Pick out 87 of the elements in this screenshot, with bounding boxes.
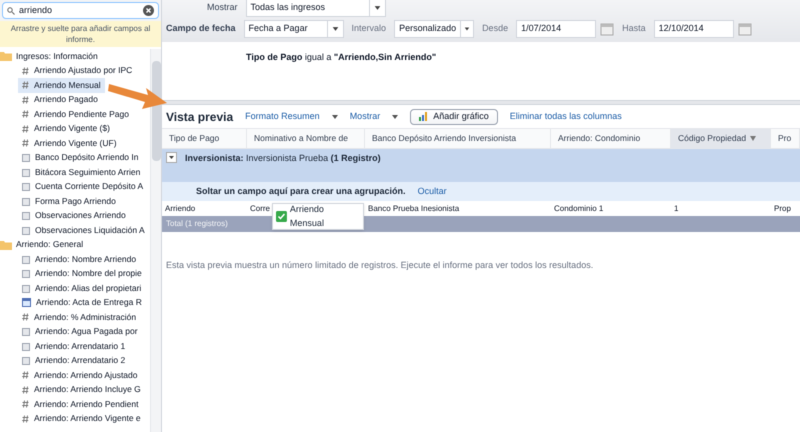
tree-item[interactable]: Forma Pago Arriendo xyxy=(18,194,120,208)
hint-text: Arrastre y suelte para añadir campos al informe. xyxy=(0,21,161,47)
tree-item[interactable]: Arriendo: % Administración xyxy=(18,310,140,324)
hash-icon xyxy=(22,124,29,133)
format-dropdown[interactable]: Formato Resumen xyxy=(245,110,338,124)
tree-item[interactable]: Arriendo: Acta de Entrega R xyxy=(18,296,146,310)
tree-folder[interactable]: Arriendo: General xyxy=(0,238,84,252)
date-field[interactable]: 1/07/2014 xyxy=(516,20,596,38)
tree-item[interactable]: Arriendo: Arriendo Incluye G xyxy=(18,382,145,397)
search-field[interactable]: arriendo xyxy=(2,2,159,19)
folder-icon xyxy=(0,51,12,62)
calendar-icon[interactable] xyxy=(738,22,752,36)
total-text: Total (1 registros) xyxy=(166,218,228,230)
tree-item[interactable]: Arriendo Pagado xyxy=(18,92,102,107)
remove-columns-link[interactable]: Eliminar todas las columnas xyxy=(510,110,622,124)
tree-item[interactable]: Arriendo Pendiente Pago xyxy=(18,107,133,122)
bar-chart-icon xyxy=(419,112,430,121)
hash-icon xyxy=(22,81,29,90)
tree-item[interactable]: Arriendo Vigente (UF) xyxy=(18,136,121,150)
show-label: Mostrar xyxy=(207,1,238,14)
to-label: Hasta xyxy=(622,22,646,36)
column-header[interactable]: Tipo de Pago xyxy=(162,129,247,148)
tree-item[interactable]: Arriendo Vigente ($) xyxy=(18,122,114,136)
drop-hint: Soltar un campo aquí para crear una agrupación. xyxy=(196,184,406,198)
hash-icon xyxy=(22,96,29,104)
hash-icon xyxy=(22,139,29,148)
dropdown[interactable]: Fecha a Pagar xyxy=(244,20,344,38)
calendar-icon xyxy=(22,298,31,308)
date-field-label: Campo de fecha xyxy=(166,22,236,36)
interval-label: Intervalo xyxy=(352,22,386,36)
arrow-icon xyxy=(108,82,168,110)
hash-icon xyxy=(22,110,29,118)
tree-item[interactable]: Arriendo Mensual xyxy=(18,78,105,92)
group-header: Inversionista: Inversionista Prueba (1 Registro) xyxy=(185,152,381,165)
column-header[interactable]: Nominativo a Nombre de xyxy=(247,129,365,148)
table-cell: Prop xyxy=(774,202,791,214)
hash-icon xyxy=(22,313,29,322)
caret-icon xyxy=(392,114,398,118)
tree-item[interactable]: Arriendo: Arrendatario 2 xyxy=(18,354,130,368)
hash-icon xyxy=(22,400,29,408)
check-icon xyxy=(276,211,287,222)
tree-item[interactable]: Arriendo: Arrendatario 1 xyxy=(18,339,130,354)
tree-item[interactable]: Arriendo: Alias del propietari xyxy=(18,281,146,296)
collapse-icon[interactable] xyxy=(166,152,177,163)
tree-item[interactable]: Observaciones Liquidación A xyxy=(18,223,149,238)
clear-icon[interactable] xyxy=(143,5,154,16)
table-cell: Arriendo xyxy=(165,202,196,214)
preview-message: Esta vista previa muestra un número limitado de registros. Ejecute el informe para ver todos los resultados. xyxy=(166,260,594,270)
hash-icon xyxy=(22,371,29,380)
table-cell: Corre xyxy=(250,202,270,214)
hash-icon xyxy=(22,386,29,394)
calendar-icon[interactable] xyxy=(600,22,614,36)
table-cell: Banco Prueba Inesionista xyxy=(368,202,460,214)
table-cell: Condominio 1 xyxy=(554,202,604,214)
search-icon xyxy=(7,6,15,14)
tree-item[interactable]: Arriendo: Agua Pagada por xyxy=(18,324,142,339)
tree-item[interactable]: Banco Depósito Arriendo In xyxy=(18,150,142,165)
tree-folder[interactable]: Ingresos: Información xyxy=(0,49,98,64)
tree-item[interactable]: Bitácora Seguimiento Arrien xyxy=(18,165,144,180)
folder-icon xyxy=(0,240,12,250)
add-chart-button[interactable]: Añadir gráfico xyxy=(410,108,498,124)
hide-link[interactable]: Ocultar xyxy=(418,184,447,198)
preview-title: Vista previa xyxy=(166,108,234,126)
caret-icon xyxy=(332,114,338,118)
dropdown[interactable]: Personalizado xyxy=(394,20,474,38)
date-field[interactable]: 12/10/2014 xyxy=(654,20,734,38)
tree-item[interactable]: Arriendo: Arriendo Pendient xyxy=(18,397,142,412)
table-cell: 1 xyxy=(674,202,678,214)
hash-icon xyxy=(22,414,29,423)
drag-tooltip: Arriendo Mensual xyxy=(272,203,364,230)
tree-item[interactable]: Arriendo: Nombre Arriendo xyxy=(18,252,140,266)
tree-item[interactable]: Cuenta Corriente Depósito A xyxy=(18,180,148,194)
from-label: Desde xyxy=(482,22,508,36)
tree-item[interactable]: Arriendo Ajustado por IPC xyxy=(18,64,136,78)
column-header[interactable]: Código Propiedad xyxy=(671,129,771,148)
scrollbar[interactable] xyxy=(150,49,161,432)
dropdown[interactable]: Todas las ingresos xyxy=(246,0,386,17)
tree-item[interactable]: Arriendo: Arriendo Vigente e xyxy=(18,412,145,426)
sort-icon xyxy=(750,136,756,141)
column-header[interactable]: Pro xyxy=(771,129,800,148)
column-header[interactable]: Banco Depósito Arriendo Inversionista xyxy=(365,129,551,148)
show-dropdown[interactable]: Mostrar xyxy=(350,110,398,124)
tree-item[interactable]: Observaciones Arriendo xyxy=(18,208,130,223)
hash-icon xyxy=(22,66,29,75)
filter-condition: Tipo de Pago igual a "Arriendo,Sin Arriendo" xyxy=(246,52,436,62)
tree-item[interactable]: Arriendo: Arriendo Ajustado xyxy=(18,368,142,382)
tree-item[interactable]: Arriendo: Nombre del propie xyxy=(18,266,146,281)
